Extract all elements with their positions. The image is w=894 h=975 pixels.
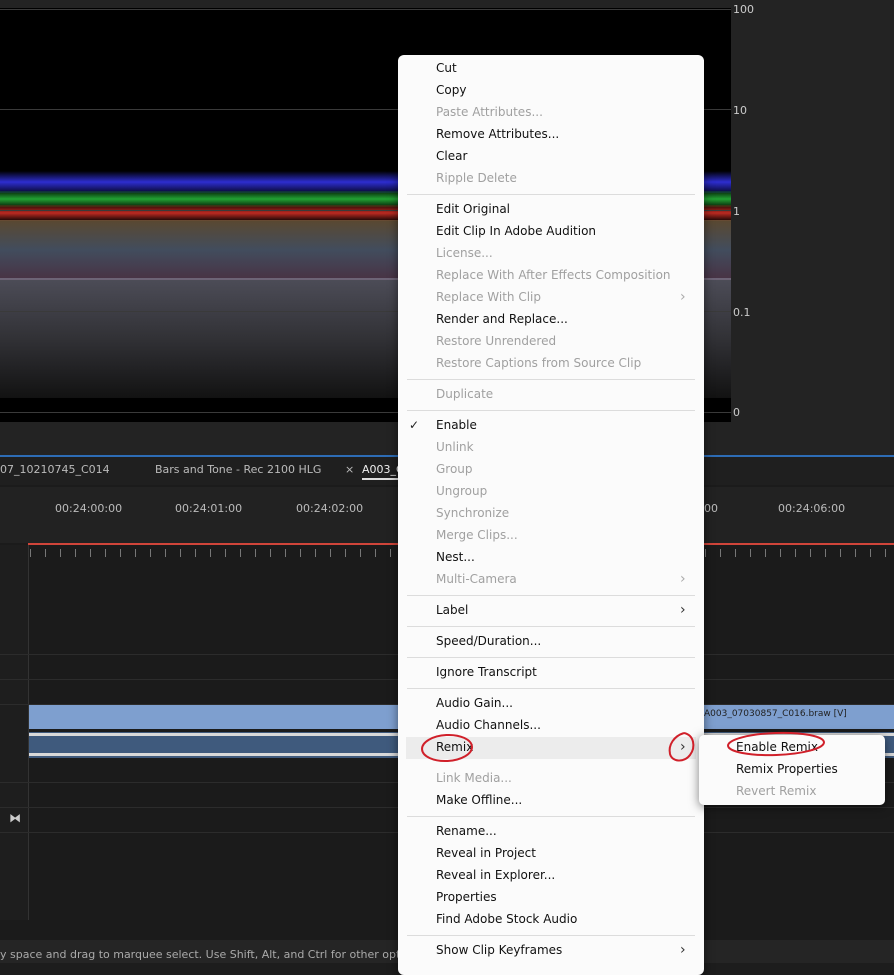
scale-label: 100 bbox=[733, 3, 754, 16]
menu-item-render-and-replace[interactable]: Render and Replace... bbox=[398, 309, 704, 331]
timecode-label: 00:24:06:00 bbox=[778, 502, 846, 515]
menu-item-clear[interactable]: Clear bbox=[398, 146, 704, 168]
timecode-label: 00 bbox=[704, 502, 718, 515]
timecode-label: 00:24:01:00 bbox=[175, 502, 243, 515]
submenu-item-remix-properties[interactable]: Remix Properties bbox=[699, 759, 885, 781]
menu-item-replace-with-clip: Replace With Clip › bbox=[436, 289, 686, 305]
menu-item-unlink: Unlink bbox=[436, 440, 474, 454]
menu-item-label[interactable]: Label › bbox=[398, 600, 704, 622]
submenu-item-revert-remix: Revert Remix bbox=[736, 784, 817, 798]
menu-item-restore-unrendered: Restore Unrendered bbox=[436, 334, 557, 348]
chevron-right-icon: › bbox=[680, 571, 686, 587]
menu-item-copy[interactable]: Copy bbox=[398, 80, 704, 102]
remix-submenu: Enable Remix Remix Properties Revert Rem… bbox=[699, 735, 885, 805]
menu-item-remove-attributes[interactable]: Remove Attributes... bbox=[398, 124, 704, 146]
tab-bars-and-tone[interactable]: Bars and Tone - Rec 2100 HLG bbox=[155, 463, 321, 476]
menu-item-nest[interactable]: Nest... bbox=[398, 547, 704, 569]
menu-item-ignore-transcript[interactable]: Ignore Transcript bbox=[398, 662, 704, 684]
scale-label: 10 bbox=[733, 104, 747, 117]
status-text: y space and drag to marquee select. Use … bbox=[0, 948, 427, 961]
checkmark-icon: ✓ bbox=[409, 418, 420, 432]
menu-separator bbox=[407, 657, 695, 658]
menu-item-group: Group bbox=[436, 462, 473, 476]
menu-item-ungroup: Ungroup bbox=[436, 484, 488, 498]
menu-item-find-stock-audio[interactable]: Find Adobe Stock Audio bbox=[398, 909, 704, 931]
scale-label: 0.1 bbox=[733, 306, 751, 319]
menu-item-ripple-delete: Ripple Delete bbox=[436, 171, 517, 185]
menu-item-audio-gain[interactable]: Audio Gain... bbox=[398, 693, 704, 715]
tab-sequence-c014[interactable]: 07_10210745_C014 bbox=[0, 463, 110, 476]
menu-item-synchronize: Synchronize bbox=[436, 506, 510, 520]
chevron-right-icon: › bbox=[680, 739, 686, 755]
menu-item-show-clip-keyframes[interactable]: Show Clip Keyframes › bbox=[398, 940, 704, 962]
menu-separator bbox=[407, 410, 695, 411]
chevron-right-icon: › bbox=[680, 602, 686, 618]
menu-item-edit-in-audition[interactable]: Edit Clip In Adobe Audition bbox=[398, 221, 704, 243]
menu-item-paste-attributes: Paste Attributes... bbox=[436, 105, 543, 119]
menu-item-edit-original[interactable]: Edit Original bbox=[398, 199, 704, 221]
menu-item-replace-with-ae: Replace With After Effects Composition bbox=[436, 268, 671, 282]
menu-item-duplicate: Duplicate bbox=[436, 387, 494, 401]
menu-item-cut[interactable]: Cut bbox=[398, 58, 704, 80]
menu-separator bbox=[407, 935, 695, 936]
close-tab-icon[interactable]: × bbox=[345, 463, 354, 476]
menu-item-reveal-in-project[interactable]: Reveal in Project bbox=[398, 843, 704, 865]
menu-item-rename[interactable]: Rename... bbox=[398, 821, 704, 843]
menu-item-speed-duration[interactable]: Speed/Duration... bbox=[398, 631, 704, 653]
chevron-right-icon: › bbox=[680, 289, 686, 305]
track-headers bbox=[0, 545, 29, 920]
menu-item-reveal-in-explorer[interactable]: Reveal in Explorer... bbox=[398, 865, 704, 887]
menu-item-license: License... bbox=[436, 246, 493, 260]
scale-label: 0 bbox=[733, 406, 740, 419]
timecode-label: 00:24:02:00 bbox=[296, 502, 364, 515]
bowtie-icon[interactable]: ⧓ bbox=[9, 811, 21, 825]
menu-item-properties[interactable]: Properties bbox=[398, 887, 704, 909]
menu-item-make-offline[interactable]: Make Offline... bbox=[398, 790, 704, 812]
menu-item-multi-camera: Multi-Camera › bbox=[436, 571, 686, 587]
menu-item-merge-clips: Merge Clips... bbox=[436, 528, 518, 542]
menu-item-enable[interactable]: ✓ Enable bbox=[398, 415, 704, 437]
menu-separator bbox=[407, 379, 695, 380]
menu-item-remix[interactable]: Remix › bbox=[406, 737, 696, 759]
menu-item-restore-captions: Restore Captions from Source Clip bbox=[436, 356, 642, 370]
video-clip-label: A003_07030857_C016.braw [V] bbox=[704, 709, 847, 719]
menu-separator bbox=[407, 194, 695, 195]
chevron-right-icon: › bbox=[680, 942, 686, 958]
menu-item-audio-channels[interactable]: Audio Channels... bbox=[398, 715, 704, 737]
menu-item-link-media: Link Media... bbox=[436, 771, 512, 785]
scale-label: 1 bbox=[733, 205, 740, 218]
menu-separator bbox=[407, 626, 695, 627]
menu-separator bbox=[407, 688, 695, 689]
clip-context-menu: Cut Copy Paste Attributes... Remove Attr… bbox=[398, 55, 704, 975]
timecode-label: 00:24:00:00 bbox=[55, 502, 123, 515]
menu-separator bbox=[407, 595, 695, 596]
menu-separator bbox=[407, 816, 695, 817]
submenu-item-enable-remix[interactable]: Enable Remix bbox=[699, 737, 885, 759]
